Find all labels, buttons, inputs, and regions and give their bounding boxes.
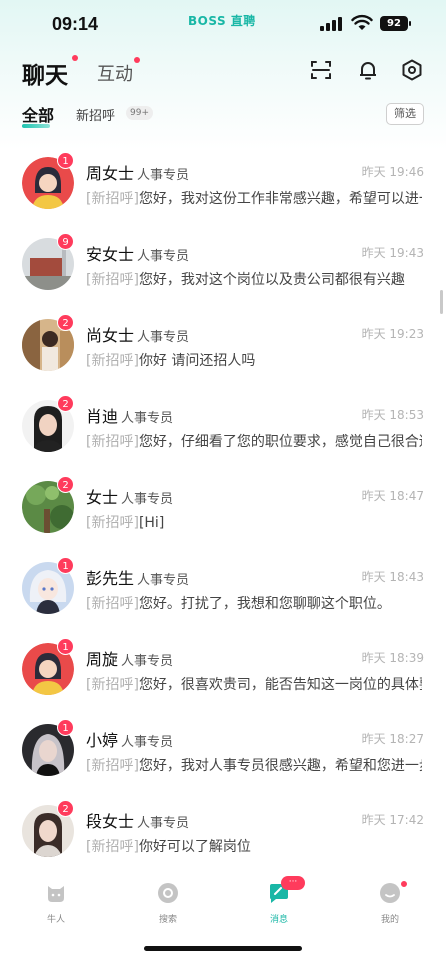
nav-item-search[interactable]: 搜索: [138, 882, 198, 925]
message-time: 昨天 18:53: [361, 408, 424, 422]
nav-item-messages[interactable]: ··· 消息: [249, 876, 309, 925]
contact-role: 人事专员: [137, 249, 190, 264]
nav-label: 牛人: [46, 915, 65, 925]
contact-role: 人事专员: [121, 735, 174, 750]
contact-role: 人事专员: [121, 654, 174, 669]
new-greeting-tag: [新招呼]: [86, 839, 139, 855]
tab-interact[interactable]: 互动: [97, 60, 133, 86]
message-preview: 你好 请问还招人吗: [138, 353, 256, 369]
message-preview: 您好，仔细看了您的职位要求，感觉自己很合适: [138, 434, 422, 450]
chat-list: 1 周女士 人事专员 昨天 19:46 [新招呼]您好，我对这份工作非常感兴趣，希…: [0, 148, 446, 877]
contact-name: 肖迪: [86, 407, 119, 426]
chat-list-item[interactable]: 2 女士 人事专员 昨天 18:47 [新招呼][Hi]: [0, 472, 446, 553]
status-time: 09:14: [52, 14, 99, 34]
nav-label: 搜索: [158, 915, 177, 925]
cat-icon: [48, 886, 64, 902]
contact-role: 人事专员: [137, 573, 190, 588]
chat-list-item[interactable]: 1 周女士 人事专员 昨天 19:46 [新招呼]您好，我对这份工作非常感兴趣，希…: [0, 148, 446, 229]
nav-label: 我的: [380, 915, 399, 925]
filter-all-tab[interactable]: 全部: [22, 102, 54, 126]
contact-name: 段女士: [86, 812, 135, 831]
message-time: 昨天 18:47: [361, 489, 424, 503]
profile-icon: [380, 883, 400, 903]
message-time: 昨天 19:23: [361, 327, 424, 341]
filter-new-greeting-tab[interactable]: 新招呼: [76, 105, 115, 124]
chat-list-item[interactable]: 2 肖迪 人事专员 昨天 18:53 [新招呼]您好，仔细看了您的职位要求，感觉自…: [0, 391, 446, 472]
search-icon: [158, 883, 178, 903]
chat-list-item[interactable]: 2 段女士 人事专员 昨天 17:42 [新招呼]你好可以了解岗位: [0, 796, 446, 877]
contact-name: 周旋: [86, 650, 119, 669]
nav-item-profile[interactable]: 我的: [360, 880, 420, 925]
message-preview: 您好，我对人事专员很感兴趣，希望和您进一步沟通: [138, 758, 422, 774]
contact-name: 周女士: [86, 164, 135, 183]
contact-name: 彭先生: [86, 569, 135, 588]
unread-badge: 2: [57, 314, 74, 331]
unread-badge: 2: [57, 395, 74, 412]
message-time: 昨天 19:46: [361, 165, 424, 179]
message-time: 昨天 18:27: [361, 732, 424, 746]
unread-badge: 2: [57, 800, 74, 817]
new-greeting-tag: [新招呼]: [86, 596, 139, 612]
chat-list-item[interactable]: 2 尚女士 人事专员 昨天 19:23 [新招呼]你好 请问还招人吗: [0, 310, 446, 391]
profile-notification-dot: [400, 880, 408, 888]
nav-item-talents[interactable]: 牛人: [26, 882, 86, 925]
active-tab-underline: [22, 124, 50, 128]
message-preview: 你好可以了解岗位: [138, 839, 251, 855]
unread-badge: 1: [57, 152, 74, 169]
new-greeting-tag: [新招呼]: [86, 353, 139, 369]
new-greeting-tag: [新招呼]: [86, 515, 139, 531]
chat-list-item[interactable]: 9 安女士 人事专员 昨天 19:43 [新招呼]您好，我对这个岗位以及贵公司都很…: [0, 229, 446, 310]
chat-list-item[interactable]: 1 周旋 人事专员 昨天 18:39 [新招呼]您好，很喜欢贵司，能否告知这一岗位…: [0, 634, 446, 715]
scrollbar[interactable]: [440, 290, 443, 314]
signal-icon: [320, 17, 342, 31]
filter-row: 全部 新招呼 99+ 筛选: [0, 100, 446, 132]
contact-role: 人事专员: [137, 168, 190, 183]
unread-badge: 1: [57, 557, 74, 574]
contact-role: 人事专员: [137, 330, 190, 345]
new-greeting-count-badge: 99+: [126, 106, 153, 120]
tab-chat[interactable]: 聊天: [22, 56, 68, 90]
message-preview: 您好，我对这个岗位以及贵公司都很有兴趣: [138, 272, 405, 288]
message-preview: 您好，很喜欢贵司，能否告知这一岗位的具体要求: [138, 677, 422, 693]
unread-badge: 2: [57, 476, 74, 493]
message-time: 昨天 18:39: [361, 651, 424, 665]
contact-name: 小婷: [86, 731, 119, 750]
contact-name: 尚女士: [86, 326, 135, 345]
app-header: 聊天 互动: [0, 50, 446, 94]
message-time: 昨天 19:43: [361, 246, 424, 260]
bell-icon[interactable]: [356, 58, 380, 82]
battery-indicator: 92: [380, 16, 411, 31]
message-time: 昨天 18:43: [361, 570, 424, 584]
contact-name: 安女士: [86, 245, 135, 264]
unread-badge: 1: [57, 719, 74, 736]
settings-icon[interactable]: [400, 58, 424, 82]
contact-role: 人事专员: [121, 492, 174, 507]
contact-name: 女士: [86, 488, 119, 507]
contact-role: 人事专员: [121, 411, 174, 426]
app-brand: BOSS 直聘: [188, 14, 256, 28]
filter-button[interactable]: 筛选: [386, 103, 424, 125]
message-preview: 您好。打扰了，我想和您聊聊这个职位。: [138, 596, 391, 612]
tab-interact-dot: [134, 57, 140, 63]
new-greeting-tag: [新招呼]: [86, 434, 139, 450]
message-preview: [Hi]: [138, 515, 165, 531]
status-bar: 09:14 BOSS 直聘 92: [0, 0, 446, 50]
chat-list-item[interactable]: 1 小婷 人事专员 昨天 18:27 [新招呼]您好，我对人事专员很感兴趣，希望和…: [0, 715, 446, 796]
message-time: 昨天 17:42: [361, 813, 424, 827]
new-greeting-tag: [新招呼]: [86, 272, 139, 288]
nav-label: 消息: [269, 915, 288, 925]
chat-list-item[interactable]: 1 彭先生 人事专员 昨天 18:43 [新招呼]您好。打扰了，我想和您聊聊这个职…: [0, 553, 446, 634]
new-greeting-tag: [新招呼]: [86, 191, 139, 207]
unread-badge: 1: [57, 638, 74, 655]
message-preview: 您好，我对这份工作非常感兴趣，希望可以进一步了解: [138, 191, 422, 207]
new-greeting-tag: [新招呼]: [86, 758, 139, 774]
message-notification-bubble: ···: [281, 876, 305, 890]
unread-badge: 9: [57, 233, 74, 250]
new-greeting-tag: [新招呼]: [86, 677, 139, 693]
tab-chat-dot: [72, 55, 78, 61]
contact-role: 人事专员: [137, 816, 190, 831]
home-indicator: [144, 946, 302, 951]
scan-icon[interactable]: [309, 58, 333, 82]
wifi-icon: [351, 14, 373, 30]
